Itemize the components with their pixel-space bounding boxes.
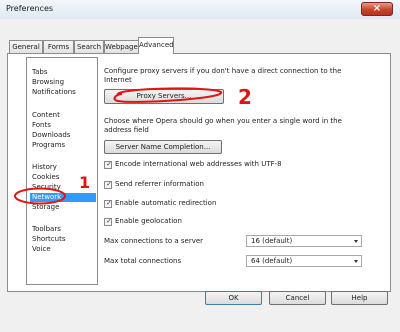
annotation-ellipse-proxy: [113, 87, 223, 103]
preferences-dialog: Preferences × General Forms Search Webpa…: [0, 0, 400, 332]
annotation-overlay: [14, 87, 223, 205]
tab-advanced[interactable]: Advanced: [138, 37, 174, 54]
annotation-circle-network: [14, 187, 66, 205]
annotation-number-one: 1: [79, 173, 91, 192]
annotation-number-two: 2: [238, 85, 252, 109]
